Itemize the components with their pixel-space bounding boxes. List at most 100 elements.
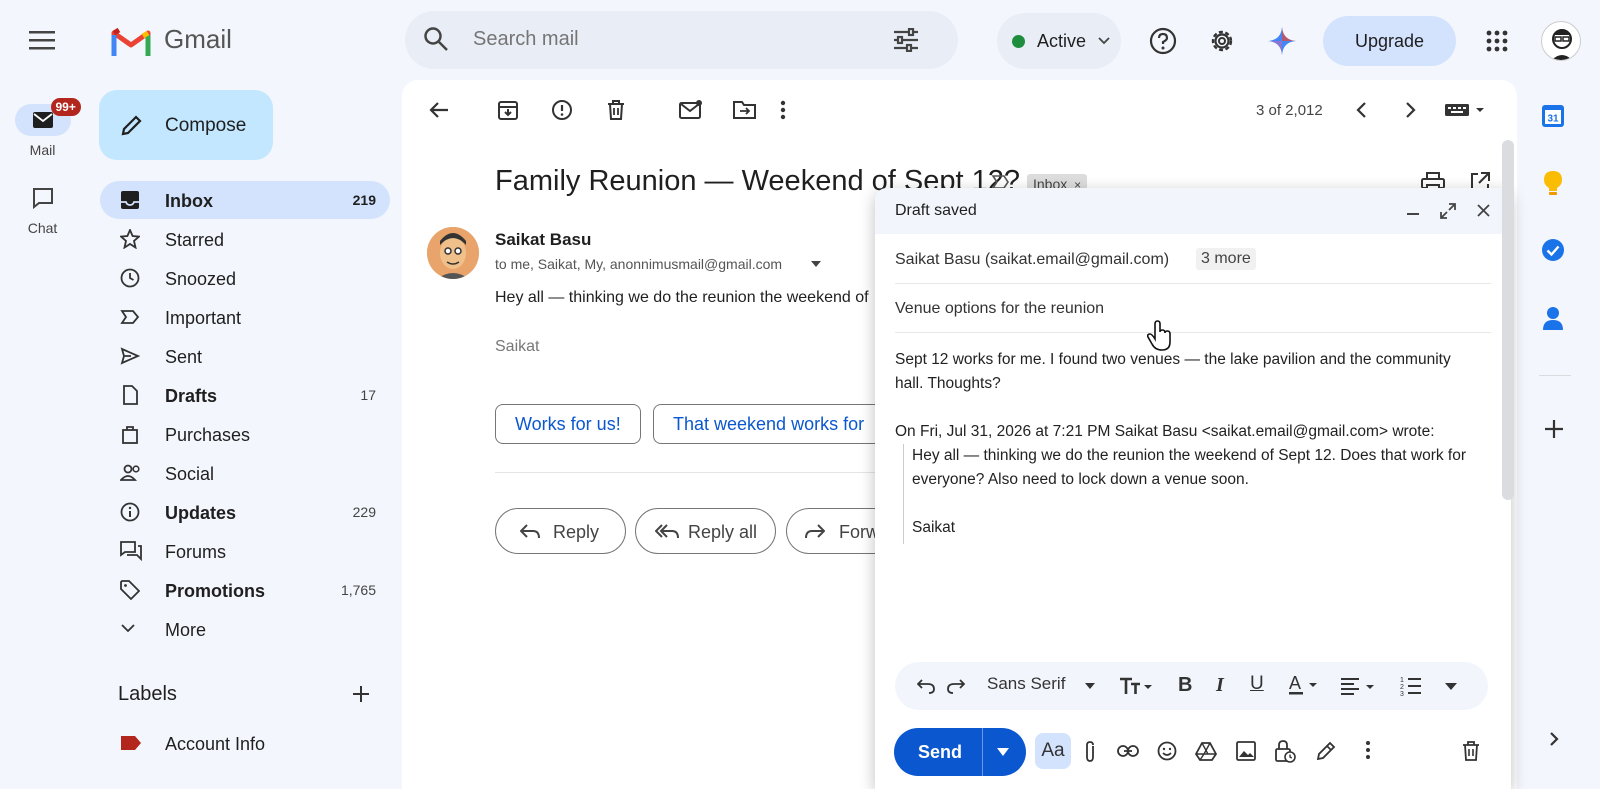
- report-spam-icon[interactable]: [551, 99, 575, 123]
- label-item-account-info[interactable]: Account Info: [100, 724, 390, 762]
- pagination-text: 3 of 2,012: [1256, 102, 1323, 119]
- compose-label: Compose: [165, 115, 247, 136]
- undo-icon[interactable]: [917, 678, 935, 694]
- previous-page-icon[interactable]: [1354, 99, 1378, 123]
- italic-icon[interactable]: I: [1216, 674, 1224, 697]
- nav-updates[interactable]: Updates 229: [100, 493, 390, 531]
- search-input[interactable]: [473, 28, 873, 51]
- nav-starred[interactable]: Starred: [100, 220, 390, 258]
- rail-chat[interactable]: Chat: [0, 182, 85, 236]
- nav-label: Account Info: [165, 734, 266, 754]
- move-to-folder-icon[interactable]: [733, 99, 757, 123]
- gmail-logo-icon[interactable]: [111, 27, 151, 57]
- compose-header[interactable]: Draft saved: [875, 188, 1511, 234]
- numbered-list-icon[interactable]: 123: [1400, 675, 1422, 697]
- bold-icon[interactable]: B: [1178, 674, 1192, 697]
- redo-icon[interactable]: [947, 678, 965, 694]
- nav-drafts[interactable]: Drafts 17: [100, 376, 390, 414]
- align-icon[interactable]: [1340, 676, 1378, 696]
- nav-label: Social: [165, 464, 215, 484]
- from-field[interactable]: Saikat Basu (saikat.email@gmail.com): [895, 251, 1169, 269]
- reply-all-icon: [655, 523, 679, 539]
- nav-sent[interactable]: Sent: [100, 337, 390, 375]
- rail-mail-label: Mail: [29, 142, 56, 158]
- nav-purchases[interactable]: Purchases: [100, 415, 390, 453]
- add-label-icon[interactable]: [351, 684, 371, 704]
- chevron-down-icon: [120, 623, 142, 645]
- tasks-check-icon[interactable]: [1541, 238, 1565, 262]
- compose-button[interactable]: Compose: [99, 90, 273, 160]
- emoji-icon[interactable]: [1157, 741, 1177, 761]
- nav-important[interactable]: Important: [100, 298, 390, 336]
- apps-grid-icon[interactable]: [1486, 30, 1508, 52]
- contacts-person-icon[interactable]: [1543, 306, 1563, 330]
- underline-icon[interactable]: U: [1250, 673, 1264, 695]
- archive-icon[interactable]: [497, 99, 521, 123]
- fullscreen-icon[interactable]: [1440, 203, 1456, 219]
- expand-panel-chevron-icon[interactable]: [1548, 731, 1560, 747]
- smart-reply-chip[interactable]: Works for us!: [495, 404, 641, 444]
- sender-avatar[interactable]: [427, 227, 479, 279]
- confidential-mode-icon[interactable]: [1274, 739, 1296, 763]
- reply-button[interactable]: Reply: [495, 508, 626, 554]
- account-avatar[interactable]: [1541, 21, 1581, 61]
- quote-line: everyone? Also need to lock down a venue…: [912, 471, 1249, 488]
- back-arrow-icon[interactable]: [428, 99, 452, 123]
- rail-mail[interactable]: 99+ Mail: [0, 98, 85, 158]
- forward-label: Forw: [839, 522, 879, 542]
- upgrade-button[interactable]: Upgrade: [1323, 16, 1456, 66]
- keyboard-icon[interactable]: [1444, 99, 1488, 123]
- nav-promotions[interactable]: Promotions 1,765: [100, 571, 390, 609]
- keep-lightbulb-icon[interactable]: [1543, 170, 1563, 196]
- message-body[interactable]: Sept 12 works for me. I found two venues…: [895, 348, 1495, 544]
- help-icon[interactable]: [1149, 27, 1177, 55]
- search-bar[interactable]: [405, 11, 958, 69]
- show-details-icon[interactable]: [810, 260, 822, 268]
- gemini-sparkle-icon[interactable]: [1267, 26, 1297, 56]
- scrollbar[interactable]: [1502, 140, 1514, 500]
- formatting-toggle-button[interactable]: Aa: [1035, 733, 1071, 769]
- close-icon[interactable]: [1477, 204, 1490, 217]
- subject-field[interactable]: Venue options for the reunion: [895, 300, 1104, 318]
- next-page-icon[interactable]: [1404, 99, 1428, 123]
- more-options-icon[interactable]: [780, 99, 804, 123]
- font-size-icon[interactable]: [1119, 676, 1153, 696]
- search-options-icon[interactable]: [893, 28, 919, 52]
- add-addon-icon[interactable]: [1544, 419, 1564, 439]
- side-panel-rail: 31: [1517, 80, 1600, 789]
- google-drive-icon[interactable]: [1195, 742, 1217, 761]
- more-recipients-chip[interactable]: 3 more: [1196, 248, 1256, 270]
- nav-social[interactable]: Social: [100, 454, 390, 492]
- discard-draft-icon[interactable]: [1461, 740, 1481, 762]
- reply-all-button[interactable]: Reply all: [635, 508, 776, 554]
- labels-heading: Labels: [118, 683, 177, 705]
- nav-snoozed[interactable]: Snoozed: [100, 259, 390, 297]
- more-formatting-icon[interactable]: [1445, 683, 1457, 690]
- send-button[interactable]: Send: [894, 728, 1026, 776]
- insert-photo-icon[interactable]: [1236, 741, 1256, 761]
- minimize-icon[interactable]: [1407, 212, 1419, 216]
- schedule-send-dropdown-icon[interactable]: [997, 748, 1009, 756]
- settings-gear-icon[interactable]: [1207, 26, 1237, 56]
- attach-paperclip-icon[interactable]: [1083, 740, 1097, 764]
- mark-unread-icon[interactable]: [679, 99, 703, 123]
- nav-inbox[interactable]: Inbox 219: [100, 181, 390, 219]
- text-color-icon[interactable]: A: [1288, 673, 1322, 697]
- draft-status: Draft saved: [895, 202, 977, 219]
- main-menu-icon[interactable]: [26, 26, 58, 54]
- calendar-icon[interactable]: 31: [1541, 104, 1565, 128]
- nav-more[interactable]: More: [100, 610, 390, 648]
- insert-link-icon[interactable]: [1117, 744, 1139, 758]
- nav-forums[interactable]: Forums: [100, 532, 390, 570]
- forward-button[interactable]: Forw: [786, 508, 886, 554]
- rail-chat-label: Chat: [27, 220, 58, 236]
- smart-reply-chip[interactable]: That weekend works for: [653, 404, 893, 444]
- reply-label: Reply: [553, 522, 600, 542]
- more-options-icon[interactable]: [1365, 740, 1371, 760]
- status-selector[interactable]: Active: [997, 13, 1121, 69]
- signature-pen-icon[interactable]: [1315, 740, 1337, 762]
- svg-text:A: A: [1289, 673, 1301, 693]
- delete-trash-icon[interactable]: [605, 99, 629, 123]
- font-family-selector[interactable]: Sans Serif: [987, 674, 1065, 694]
- search-icon[interactable]: [423, 26, 449, 52]
